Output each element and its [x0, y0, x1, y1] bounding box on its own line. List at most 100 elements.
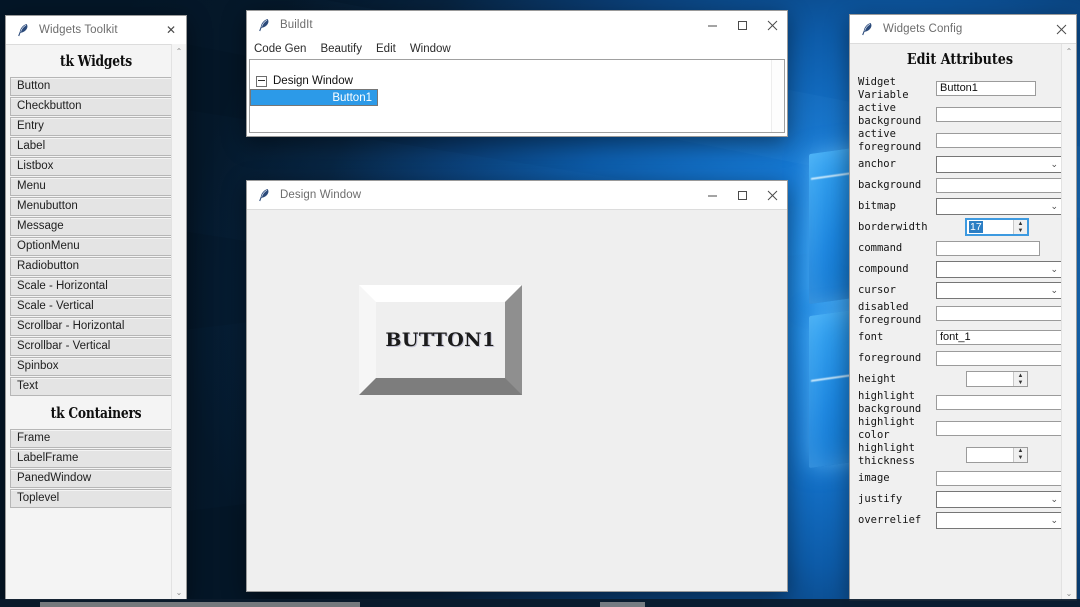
scroll-down-icon[interactable]: ⌄: [172, 585, 186, 599]
buildit-window[interactable]: BuildIt Code Gen Beautify Edit Window Desig…: [246, 10, 788, 137]
toolkit-scrollbar[interactable]: ⌃ ⌄: [171, 44, 186, 599]
widget-button-label[interactable]: Label: [10, 137, 182, 156]
design-window[interactable]: Design Window BUTTON1: [246, 180, 788, 592]
config-entry[interactable]: [936, 306, 1066, 321]
chevron-down-icon[interactable]: ⌄: [1050, 159, 1058, 170]
spin-down-icon[interactable]: ▼: [1014, 455, 1027, 462]
widget-button-scrollbar-horizontal[interactable]: Scrollbar - Horizontal: [10, 317, 182, 336]
config-entry[interactable]: Button1: [936, 81, 1036, 96]
design-canvas[interactable]: BUTTON1: [247, 209, 787, 591]
buildit-window-buttons[interactable]: [697, 11, 787, 39]
config-select[interactable]: ⌄: [936, 197, 1064, 215]
widget-button-scale-horizontal[interactable]: Scale - Horizontal: [10, 277, 182, 296]
scroll-down-icon[interactable]: ⌄: [1062, 586, 1076, 600]
config-entry[interactable]: [936, 470, 1066, 486]
spin-up-icon[interactable]: ▲: [1014, 220, 1027, 227]
menu-item-edit[interactable]: Edit: [376, 43, 396, 55]
spin-up-icon[interactable]: ▲: [1014, 372, 1027, 379]
widget-button-menubutton[interactable]: Menubutton: [10, 197, 182, 216]
buildit-tree[interactable]: Design Window Button1: [249, 59, 785, 133]
config-label: font: [858, 330, 884, 343]
config-window-buttons[interactable]: [1046, 15, 1076, 43]
minimize-icon[interactable]: [697, 11, 727, 39]
taskbar-item[interactable]: [40, 602, 360, 607]
tree-collapse-icon[interactable]: [256, 75, 267, 87]
widget-button-radiobutton[interactable]: Radiobutton: [10, 257, 182, 276]
spinbox-value[interactable]: [967, 372, 1013, 386]
spinbox-arrows[interactable]: ▲ ▼: [1013, 447, 1027, 462]
widget-button-menu[interactable]: Menu: [10, 177, 182, 196]
config-entry[interactable]: [936, 350, 1066, 366]
config-entry[interactable]: [936, 395, 1066, 410]
config-entry[interactable]: [936, 421, 1066, 436]
config-select[interactable]: ⌄: [936, 511, 1064, 529]
design-window-buttons[interactable]: [697, 181, 787, 209]
config-entry[interactable]: [936, 240, 1040, 256]
config-select[interactable]: ⌄: [936, 155, 1064, 173]
chevron-down-icon[interactable]: ⌄: [1050, 515, 1058, 526]
chevron-down-icon[interactable]: ⌄: [1050, 494, 1058, 505]
config-spinbox[interactable]: 17 ▲ ▼: [965, 218, 1029, 236]
scroll-up-icon[interactable]: ⌃: [172, 44, 186, 58]
menu-item-beautify[interactable]: Beautify: [320, 43, 362, 55]
widget-button-text[interactable]: Text: [10, 377, 182, 396]
menu-item-code-gen[interactable]: Code Gen: [254, 43, 306, 55]
config-entry[interactable]: font_1: [936, 329, 1066, 345]
config-scrollbar[interactable]: ⌃ ⌄: [1061, 44, 1076, 600]
config-select[interactable]: ⌄: [936, 281, 1064, 299]
design-titlebar[interactable]: Design Window: [247, 181, 787, 209]
maximize-icon[interactable]: [727, 181, 757, 209]
config-entry[interactable]: [936, 133, 1066, 148]
spinbox-arrows[interactable]: ▲ ▼: [1013, 372, 1027, 386]
taskbar-item[interactable]: [600, 602, 645, 607]
widget-button-panedwindow[interactable]: PanedWindow: [10, 469, 182, 488]
widget-button-optionmenu[interactable]: OptionMenu: [10, 237, 182, 256]
close-icon[interactable]: [757, 11, 787, 39]
spin-up-icon[interactable]: ▲: [1014, 448, 1027, 455]
spin-down-icon[interactable]: ▼: [1014, 379, 1027, 386]
taskbar[interactable]: [0, 599, 1080, 607]
maximize-icon[interactable]: [727, 11, 757, 39]
spinbox-value[interactable]: 17: [967, 220, 1013, 234]
widgets-toolkit-window[interactable]: Widgets Toolkit ✕ tk Widgets Button Check…: [5, 15, 187, 600]
chevron-down-icon[interactable]: ⌄: [1050, 285, 1058, 296]
widget-button-toplevel[interactable]: Toplevel: [10, 489, 182, 508]
widget-button-message[interactable]: Message: [10, 217, 182, 236]
config-spinbox[interactable]: ▲ ▼: [966, 446, 1028, 463]
buildit-menubar[interactable]: Code Gen Beautify Edit Window: [247, 39, 787, 58]
design-button1[interactable]: BUTTON1: [359, 285, 522, 395]
tree-scrollbar[interactable]: [771, 60, 784, 132]
chevron-down-icon[interactable]: ⌄: [1050, 201, 1058, 212]
spin-down-icon[interactable]: ▼: [1014, 227, 1027, 234]
config-titlebar[interactable]: Widgets Config: [850, 15, 1076, 43]
config-entry[interactable]: [936, 107, 1066, 122]
spinbox-arrows[interactable]: ▲ ▼: [1013, 220, 1027, 234]
menu-item-window[interactable]: Window: [410, 43, 451, 55]
scroll-up-icon[interactable]: ⌃: [1062, 44, 1076, 58]
widget-button-frame[interactable]: Frame: [10, 429, 182, 448]
widget-button-scrollbar-vertical[interactable]: Scrollbar - Vertical: [10, 337, 182, 356]
config-spinbox[interactable]: ▲ ▼: [966, 371, 1028, 387]
close-icon[interactable]: [1046, 15, 1076, 43]
widgets-config-window[interactable]: Widgets Config Edit Attributes Widget Var…: [849, 14, 1077, 601]
close-icon[interactable]: ✕: [156, 16, 186, 44]
tree-row[interactable]: Button1: [250, 89, 378, 106]
config-select[interactable]: ⌄: [936, 260, 1064, 278]
minimize-icon[interactable]: [697, 181, 727, 209]
widget-button-entry[interactable]: Entry: [10, 117, 182, 136]
widget-button-labelframe[interactable]: LabelFrame: [10, 449, 182, 468]
config-entry[interactable]: [936, 177, 1066, 193]
widget-button-listbox[interactable]: Listbox: [10, 157, 182, 176]
widget-button-button[interactable]: Button: [10, 77, 182, 96]
widget-button-checkbutton[interactable]: Checkbutton: [10, 97, 182, 116]
chevron-down-icon[interactable]: ⌄: [1050, 264, 1058, 275]
toolkit-window-buttons[interactable]: ✕: [156, 16, 186, 44]
config-select[interactable]: ⌄: [936, 490, 1064, 508]
tree-row[interactable]: Design Window: [250, 73, 784, 89]
toolkit-titlebar[interactable]: Widgets Toolkit ✕: [6, 16, 186, 44]
close-icon[interactable]: [757, 181, 787, 209]
widget-button-scale-vertical[interactable]: Scale - Vertical: [10, 297, 182, 316]
widget-button-spinbox[interactable]: Spinbox: [10, 357, 182, 376]
spinbox-value[interactable]: [967, 448, 1013, 462]
buildit-titlebar[interactable]: BuildIt: [247, 11, 787, 39]
